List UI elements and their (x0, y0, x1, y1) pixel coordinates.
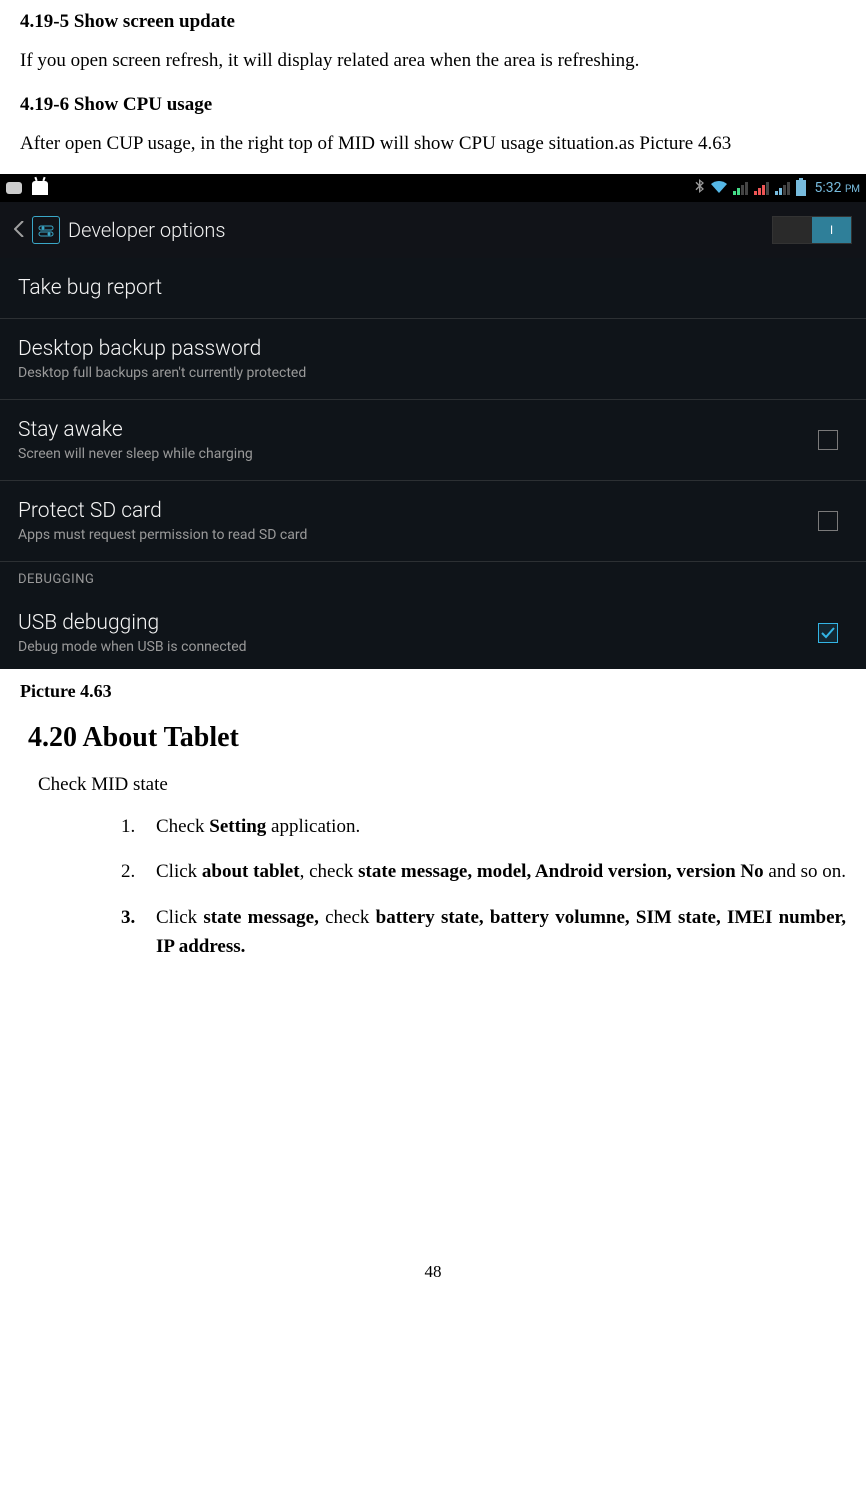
header-title: Developer options (68, 218, 225, 242)
stay-awake-title: Stay awake (18, 418, 253, 442)
about-steps-list: Check Setting application. Click about t… (140, 812, 846, 962)
toggle-on-label: I (812, 217, 851, 243)
signal-3-icon (775, 182, 790, 195)
protect-sd-title: Protect SD card (18, 499, 307, 523)
bluetooth-icon (695, 179, 705, 197)
battery-icon (796, 180, 806, 196)
step-3: Click state message, check battery state… (140, 903, 846, 962)
signal-2-icon (754, 182, 769, 195)
stay-awake-checkbox[interactable] (818, 430, 838, 450)
protect-sd-sub: Apps must request permission to read SD … (18, 527, 307, 543)
stay-awake-sub: Screen will never sleep while charging (18, 446, 253, 462)
developer-options-icon (32, 216, 60, 244)
usb-debugging-checkbox[interactable] (818, 623, 838, 643)
usb-debugging-title: USB debugging (18, 611, 247, 635)
section-4-19-5-heading: 4.19-5 Show screen update (20, 8, 846, 37)
desktop-backup-sub: Desktop full backups aren't currently pr… (18, 365, 306, 381)
section-4-19-5-body: If you open screen refresh, it will disp… (20, 47, 846, 76)
status-bar: 5:32 PM (0, 174, 866, 202)
section-4-19-6-heading: 4.19-6 Show CPU usage (20, 91, 846, 120)
wifi-icon (711, 179, 727, 197)
desktop-backup-row[interactable]: Desktop backup password Desktop full bac… (0, 319, 866, 400)
settings-header[interactable]: Developer options I (0, 202, 866, 258)
protect-sd-row[interactable]: Protect SD card Apps must request permis… (0, 481, 866, 562)
section-4-20-heading: 4.20 About Tablet (28, 722, 846, 754)
about-intro: Check MID state (38, 774, 846, 796)
take-bug-report-row[interactable]: Take bug report (0, 258, 866, 319)
back-icon[interactable] (14, 218, 24, 242)
step-2: Click about tablet, check state message,… (140, 857, 846, 886)
page-number: 48 (20, 1262, 846, 1282)
usb-debugging-row[interactable]: USB debugging Debug mode when USB is con… (0, 593, 866, 669)
debugging-section-label: DEBUGGING (0, 562, 866, 593)
protect-sd-checkbox[interactable] (818, 511, 838, 531)
android-debug-icon (32, 181, 48, 195)
status-time: 5:32 PM (814, 180, 860, 196)
signal-1-icon (733, 182, 748, 195)
stay-awake-row[interactable]: Stay awake Screen will never sleep while… (0, 400, 866, 481)
desktop-backup-title: Desktop backup password (18, 337, 306, 361)
take-bug-report-title: Take bug report (18, 276, 162, 300)
section-4-19-6-body: After open CUP usage, in the right top o… (20, 130, 846, 159)
android-screenshot: 5:32 PM Developer options I Take bug rep… (0, 174, 866, 669)
notification-icon (6, 182, 22, 194)
developer-options-toggle[interactable]: I (772, 216, 852, 244)
step-1: Check Setting application. (140, 812, 846, 841)
figure-caption: Picture 4.63 (20, 681, 846, 702)
usb-debugging-sub: Debug mode when USB is connected (18, 639, 247, 655)
